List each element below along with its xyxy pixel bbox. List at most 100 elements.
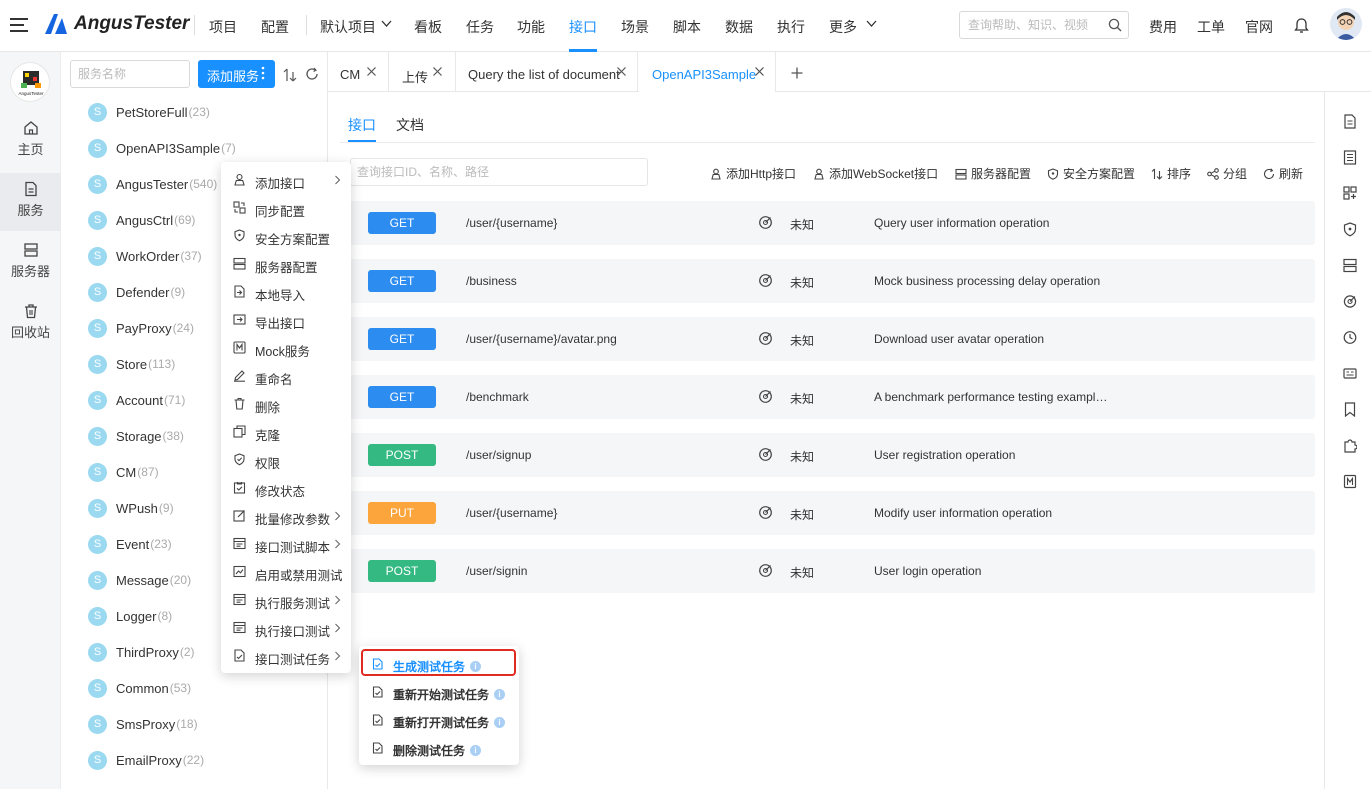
rail-item-services[interactable]: 服务 xyxy=(0,173,61,231)
api-row[interactable]: PUT/user/{username} 未知 Modify user informa… xyxy=(350,491,1315,535)
nav-tasks[interactable]: 任务 xyxy=(466,17,494,37)
app-name[interactable]: AngusTester xyxy=(74,13,189,35)
more-vertical-icon[interactable] xyxy=(261,66,265,80)
project-logo[interactable]: AngusTester xyxy=(10,62,50,102)
nav-more[interactable]: 更多 xyxy=(829,17,857,37)
close-icon[interactable] xyxy=(616,66,627,77)
api-row[interactable]: POST/user/signin 未知 User login operation xyxy=(350,549,1315,593)
service-list-item[interactable]: S PetStoreFull (23) xyxy=(88,101,210,123)
add-http-api-button[interactable]: 添加Http接口 xyxy=(710,165,796,182)
info-icon[interactable]: i xyxy=(494,689,506,701)
tab-upload[interactable]: 上传 xyxy=(390,52,456,92)
service-list-item[interactable]: S OpenAPI3Sample (7) xyxy=(88,137,236,159)
user-avatar[interactable] xyxy=(1330,8,1362,40)
rail-item-trash[interactable]: 回收站 xyxy=(0,295,61,353)
add-service-button[interactable]: 添加服务 xyxy=(198,60,275,88)
angustester-logo-icon[interactable] xyxy=(43,13,69,35)
context-menu-item[interactable]: 本地导入 xyxy=(221,278,351,306)
service-list-item[interactable]: S Account (71) xyxy=(88,389,185,411)
context-menu-item[interactable]: 添加接口 xyxy=(221,166,351,194)
context-menu-item[interactable]: 服务器配置 xyxy=(221,250,351,278)
hamburger-menu-icon[interactable] xyxy=(10,17,28,33)
context-menu-item[interactable]: 克隆 xyxy=(221,418,351,446)
context-menu-item[interactable]: 权限 xyxy=(221,446,351,474)
rail-item-home[interactable]: 主页 xyxy=(0,112,61,170)
nav-scripts[interactable]: 脚本 xyxy=(673,17,701,37)
add-websocket-api-button[interactable]: 添加WebSocket接口 xyxy=(813,165,938,182)
service-list-item[interactable]: S Event (23) xyxy=(88,533,172,555)
context-menu-item[interactable]: 接口测试脚本 xyxy=(221,530,351,558)
service-list-item[interactable]: S Storage (38) xyxy=(88,425,184,447)
nav-functions[interactable]: 功能 xyxy=(517,17,545,37)
target-icon[interactable] xyxy=(1343,294,1357,309)
billing-link[interactable]: 费用 xyxy=(1149,17,1177,37)
context-menu-item[interactable]: 批量修改参数 xyxy=(221,502,351,530)
api-search-box[interactable] xyxy=(350,158,648,186)
mock-icon[interactable] xyxy=(1343,474,1357,489)
nav-config[interactable]: 配置 xyxy=(261,17,289,37)
context-menu-item[interactable]: 安全方案配置 xyxy=(221,222,351,250)
bookmark-icon[interactable] xyxy=(1343,402,1357,417)
apps-icon[interactable] xyxy=(1343,186,1357,201)
list-document-icon[interactable] xyxy=(1343,150,1357,165)
inner-tab-docs[interactable]: 文档 xyxy=(396,115,424,135)
search-icon[interactable] xyxy=(1108,18,1122,32)
info-icon[interactable]: i xyxy=(470,745,482,757)
close-icon[interactable] xyxy=(754,66,765,77)
document-icon[interactable] xyxy=(1343,114,1357,129)
inner-tab-apis[interactable]: 接口 xyxy=(348,115,376,135)
tab-query-document[interactable]: Query the list of document xyxy=(457,52,638,92)
service-search-box[interactable] xyxy=(70,60,190,88)
api-row[interactable]: GET/benchmark 未知 A benchmark performance t… xyxy=(350,375,1315,419)
submenu-item[interactable]: 删除测试任务 i xyxy=(359,734,519,762)
service-list-item[interactable]: S Message (20) xyxy=(88,569,191,591)
variables-icon[interactable] xyxy=(1343,366,1357,381)
service-list-item[interactable]: S AngusCtrl (69) xyxy=(88,209,195,231)
context-menu-item[interactable]: 接口测试任务 xyxy=(221,642,351,670)
submenu-item[interactable]: 重新开始测试任务 i xyxy=(359,678,519,706)
submenu-item[interactable]: 重新打开测试任务 i xyxy=(359,706,519,734)
context-menu-item[interactable]: 执行接口测试 xyxy=(221,614,351,642)
service-list-item[interactable]: S Logger (8) xyxy=(88,605,172,627)
service-list-item[interactable]: S Defender (9) xyxy=(88,281,185,303)
service-list-item[interactable]: S WPush (9) xyxy=(88,497,174,519)
context-menu-item[interactable]: 执行服务测试 xyxy=(221,586,351,614)
service-list-item[interactable]: S ThirdProxy (2) xyxy=(88,641,195,663)
close-icon[interactable] xyxy=(432,66,443,77)
nav-data[interactable]: 数据 xyxy=(725,17,753,37)
tickets-link[interactable]: 工单 xyxy=(1197,17,1225,37)
tab-openapi3sample[interactable]: OpenAPI3Sample xyxy=(639,52,776,92)
chevron-down-icon[interactable] xyxy=(381,20,392,28)
close-icon[interactable] xyxy=(366,66,377,77)
api-search-input[interactable] xyxy=(357,165,637,179)
tab-cm[interactable]: CM xyxy=(328,52,389,92)
clock-icon[interactable] xyxy=(1343,330,1357,345)
context-menu-item[interactable]: 删除 xyxy=(221,390,351,418)
context-menu-item[interactable]: Mock服务 xyxy=(221,334,351,362)
service-list-item[interactable]: S AngusTester (540) xyxy=(88,173,217,195)
service-list-item[interactable]: S CM (87) xyxy=(88,461,159,483)
nav-projects[interactable]: 项目 xyxy=(209,17,237,37)
bell-icon[interactable] xyxy=(1294,17,1309,34)
sort-button[interactable]: 排序 xyxy=(1151,165,1191,182)
context-menu-item[interactable]: 修改状态 xyxy=(221,474,351,502)
sort-icon[interactable] xyxy=(283,68,297,82)
refresh-icon[interactable] xyxy=(305,67,319,81)
context-menu-item[interactable]: 重命名 xyxy=(221,362,351,390)
server-config-button[interactable]: 服务器配置 xyxy=(955,165,1031,182)
refresh-button[interactable]: 刷新 xyxy=(1263,165,1303,182)
service-list-item[interactable]: S PayProxy (24) xyxy=(88,317,194,339)
service-list-item[interactable]: S WorkOrder (37) xyxy=(88,245,202,267)
api-row[interactable]: GET/user/{username}/avatar.png 未知 Download… xyxy=(350,317,1315,361)
nav-apis[interactable]: 接口 xyxy=(569,17,597,37)
api-row[interactable]: POST/user/signup 未知 User registration oper… xyxy=(350,433,1315,477)
add-tab-icon[interactable] xyxy=(791,67,803,79)
chevron-down-icon[interactable] xyxy=(866,20,877,28)
help-search-box[interactable] xyxy=(959,11,1129,39)
server-icon[interactable] xyxy=(1343,258,1357,273)
puzzle-icon[interactable] xyxy=(1343,438,1357,453)
help-search-input[interactable] xyxy=(968,17,1103,33)
shield-icon[interactable] xyxy=(1343,222,1357,237)
service-list-item[interactable]: S Common (53) xyxy=(88,677,191,699)
security-scheme-button[interactable]: 安全方案配置 xyxy=(1047,165,1135,182)
